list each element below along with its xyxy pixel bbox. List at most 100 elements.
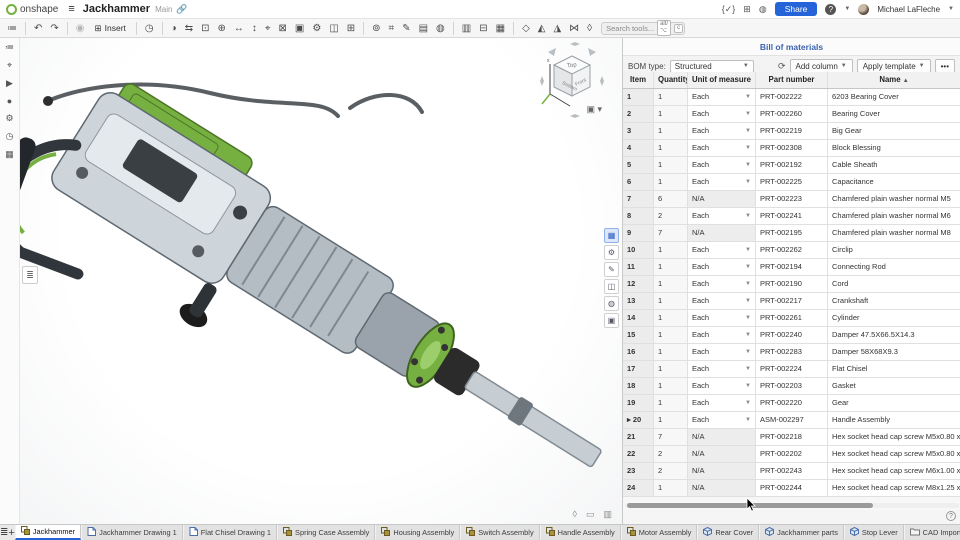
- bom-row[interactable]: 232N/APRT-002243Hex socket head cap scre…: [623, 463, 960, 480]
- material-panel-icon[interactable]: ◍: [604, 296, 619, 311]
- tab-spring-case-assembly[interactable]: Spring Case Assembly: [277, 525, 375, 540]
- mass-props-icon[interactable]: ◮: [550, 20, 564, 37]
- quantity-cell[interactable]: 1: [654, 293, 688, 309]
- link-icon[interactable]: 🔗: [176, 4, 187, 15]
- name-cell[interactable]: Flat Chisel: [828, 361, 960, 377]
- quantity-cell[interactable]: 1: [654, 140, 688, 156]
- add-column-button[interactable]: Add column▼: [790, 59, 853, 73]
- unit-of-measure-cell[interactable]: Each▼: [688, 157, 756, 173]
- part-number-cell[interactable]: PRT-002192: [756, 157, 828, 173]
- name-cell[interactable]: Capacitance: [828, 174, 960, 190]
- edit-icon[interactable]: ✎: [399, 20, 413, 37]
- bom-row[interactable]: 131Each▼PRT-002217Crankshaft: [623, 293, 960, 310]
- name-cell[interactable]: Connecting Rod: [828, 259, 960, 275]
- unit-of-measure-cell[interactable]: Each▼: [688, 276, 756, 292]
- bom-type-select[interactable]: Structured▼: [670, 60, 754, 73]
- bom-overflow-button[interactable]: •••: [935, 59, 955, 73]
- selection-icon[interactable]: ▶: [6, 78, 13, 89]
- tab-stop-lever[interactable]: Stop Lever: [844, 525, 904, 540]
- interference-icon[interactable]: ⋈: [566, 20, 582, 37]
- tab-flat-chisel-drawing-1[interactable]: Flat Chisel Drawing 1: [183, 525, 277, 540]
- assembly-features-icon[interactable]: ⊚: [369, 20, 383, 37]
- unit-of-measure-cell[interactable]: Each▼: [688, 344, 756, 360]
- bom-row[interactable]: 141Each▼PRT-002261Cylinder: [623, 310, 960, 327]
- grid-toggle-icon[interactable]: ▥: [603, 509, 612, 520]
- feature-list-icon[interactable]: ≔: [4, 20, 20, 37]
- globe-icon[interactable]: ◍: [759, 4, 767, 15]
- quantity-cell[interactable]: 1: [654, 259, 688, 275]
- tab-handle-assembly[interactable]: Handle Assembly: [540, 525, 621, 540]
- quantity-cell[interactable]: 2: [654, 463, 688, 479]
- bom-row[interactable]: 101Each▼PRT-002262Circlip: [623, 242, 960, 259]
- user-menu-caret-icon[interactable]: ▼: [948, 6, 954, 12]
- jackhammer-model[interactable]: [20, 38, 622, 524]
- explode-icon[interactable]: ⊠: [276, 20, 290, 37]
- comments-icon[interactable]: ●: [7, 96, 12, 106]
- bom-row[interactable]: ▸ 201Each▼ASM-002297Handle Assembly: [623, 412, 960, 429]
- quantity-cell[interactable]: 2: [654, 208, 688, 224]
- unit-of-measure-cell[interactable]: Each▼: [688, 293, 756, 309]
- tab-manager-icon[interactable]: ≣: [0, 525, 8, 540]
- part-number-cell[interactable]: PRT-002308: [756, 140, 828, 156]
- 3d-viewport[interactable]: ≣ Top Bottom Front x ▣ ▾ ▦⚙✎◫◍▣ ◊▭▥: [20, 38, 622, 524]
- part-number-cell[interactable]: PRT-002190: [756, 276, 828, 292]
- appearance-icon[interactable]: ◍: [433, 20, 448, 37]
- bom-row[interactable]: 171Each▼PRT-002224Flat Chisel: [623, 361, 960, 378]
- part-number-cell[interactable]: PRT-002225: [756, 174, 828, 190]
- name-cell[interactable]: Hex socket head cap screw M5x0.80 x 20: [828, 429, 960, 445]
- bom-row[interactable]: 151Each▼PRT-002240Damper 47.5X66.5X14.3: [623, 327, 960, 344]
- part-number-cell[interactable]: PRT-002220: [756, 395, 828, 411]
- bom-row[interactable]: 11Each▼PRT-0022226203 Bearing Cover: [623, 89, 960, 106]
- quantity-cell[interactable]: 1: [654, 344, 688, 360]
- column-header-quantity[interactable]: Quantity: [654, 72, 688, 88]
- name-cell[interactable]: Cylinder: [828, 310, 960, 326]
- unit-of-measure-cell[interactable]: Each▼: [688, 327, 756, 343]
- isometric-view-icon[interactable]: ◊: [573, 509, 577, 520]
- tab-switch-assembly[interactable]: Switch Assembly: [460, 525, 539, 540]
- tab-rear-cover[interactable]: Rear Cover: [697, 525, 759, 540]
- column-header-item[interactable]: Item: [623, 72, 654, 88]
- bom-horizontal-scrollbar[interactable]: [625, 503, 959, 508]
- part-number-cell[interactable]: PRT-002218: [756, 429, 828, 445]
- unit-of-measure-cell[interactable]: Each▼: [688, 208, 756, 224]
- quantity-cell[interactable]: 2: [654, 446, 688, 462]
- tables-icon[interactable]: ▦: [5, 149, 14, 160]
- quantity-cell[interactable]: 1: [654, 242, 688, 258]
- name-cell[interactable]: Crankshaft: [828, 293, 960, 309]
- mate-connector-icon[interactable]: ⚙: [309, 20, 324, 37]
- camera-view-icon[interactable]: ▭: [586, 509, 595, 520]
- bom-row[interactable]: 181Each▼PRT-002203Gasket: [623, 378, 960, 395]
- part-number-cell[interactable]: PRT-002202: [756, 446, 828, 462]
- name-cell[interactable]: 6203 Bearing Cover: [828, 89, 960, 105]
- name-cell[interactable]: Chamfered plain washer normal M5: [828, 191, 960, 207]
- unit-of-measure-cell[interactable]: Each▼: [688, 140, 756, 156]
- bom-row[interactable]: 161Each▼PRT-002283Damper 58X68X9.3: [623, 344, 960, 361]
- part-number-cell[interactable]: PRT-002261: [756, 310, 828, 326]
- part-number-cell[interactable]: PRT-002241: [756, 208, 828, 224]
- quantity-cell[interactable]: 6: [654, 191, 688, 207]
- name-cell[interactable]: Cable Sheath: [828, 157, 960, 173]
- mate-icon[interactable]: ◑: [168, 20, 180, 37]
- instance-tree-icon[interactable]: ≔: [5, 42, 14, 53]
- name-cell[interactable]: Bearing Cover: [828, 106, 960, 122]
- part-number-cell[interactable]: PRT-002260: [756, 106, 828, 122]
- bom-row[interactable]: 222N/APRT-002202Hex socket head cap scre…: [623, 446, 960, 463]
- part-number-cell[interactable]: PRT-002194: [756, 259, 828, 275]
- bom-sync-icon[interactable]: ⟳: [778, 61, 786, 72]
- tab-jackhammer-drawing-1[interactable]: Jackhammer Drawing 1: [81, 525, 183, 540]
- quantity-cell[interactable]: 1: [654, 327, 688, 343]
- versions-icon[interactable]: ◷: [6, 131, 14, 142]
- apply-template-button[interactable]: Apply template▼: [857, 59, 931, 73]
- properties-panel-icon[interactable]: ▣: [604, 313, 619, 328]
- pattern-icon[interactable]: ⊞: [344, 20, 358, 37]
- bom-row[interactable]: 76N/APRT-002223Chamfered plain washer no…: [623, 191, 960, 208]
- section-view-icon[interactable]: ◇: [519, 20, 533, 37]
- quantity-cell[interactable]: 1: [654, 361, 688, 377]
- unit-of-measure-cell[interactable]: Each▼: [688, 259, 756, 275]
- quantity-cell[interactable]: 1: [654, 412, 688, 428]
- quantity-cell[interactable]: 7: [654, 429, 688, 445]
- unit-of-measure-cell[interactable]: Each▼: [688, 106, 756, 122]
- part-number-cell[interactable]: PRT-002283: [756, 344, 828, 360]
- part-number-cell[interactable]: PRT-002262: [756, 242, 828, 258]
- bom-row[interactable]: 51Each▼PRT-002192Cable Sheath: [623, 157, 960, 174]
